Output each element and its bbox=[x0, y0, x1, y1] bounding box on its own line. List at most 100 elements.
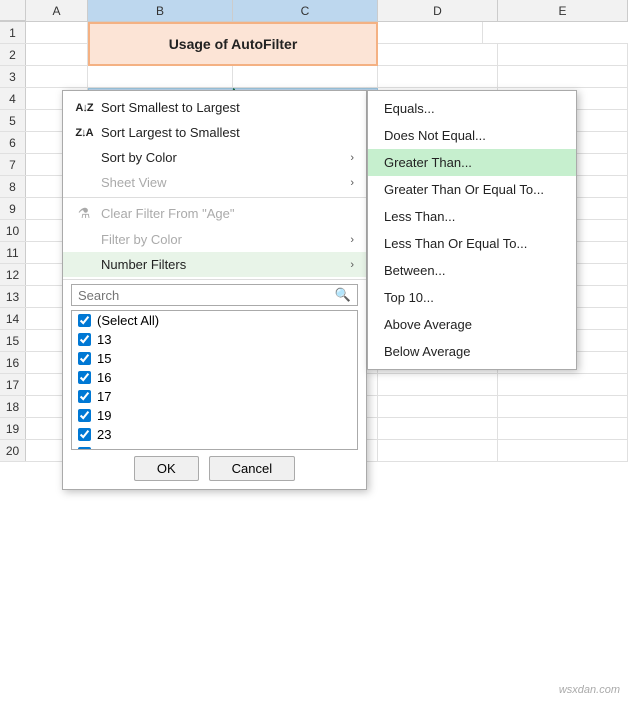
watermark: wsxdan.com bbox=[559, 684, 620, 696]
menu-item-filter-color[interactable]: Filter by Color › bbox=[63, 227, 366, 252]
cell-e2 bbox=[498, 44, 628, 65]
submenu-item-less-than-equal[interactable]: Less Than Or Equal To... bbox=[368, 230, 576, 257]
submenu-label-above-average: Above Average bbox=[384, 317, 472, 332]
submenu-label-greater-than: Greater Than... bbox=[384, 155, 472, 170]
menu-item-clear-filter[interactable]: ⚗ Clear Filter From "Age" bbox=[63, 200, 366, 227]
col-header-d: D bbox=[378, 0, 498, 21]
row-num: 1 bbox=[0, 22, 26, 43]
menu-label-filter-color: Filter by Color bbox=[101, 232, 182, 247]
menu-item-sort-desc[interactable]: Z↓A Sort Largest to Smallest bbox=[63, 120, 366, 145]
submenu-label-below-average: Below Average bbox=[384, 344, 471, 359]
column-header-row: A B C D E bbox=[0, 0, 628, 22]
cell-b3 bbox=[88, 66, 233, 87]
menu-label-clear-filter: Clear Filter From "Age" bbox=[101, 206, 234, 221]
submenu-label-greater-than-equal: Greater Than Or Equal To... bbox=[384, 182, 544, 197]
checkbox-item-23[interactable]: 23 bbox=[72, 425, 357, 444]
menu-item-sort-asc[interactable]: A↓Z Sort Smallest to Largest bbox=[63, 95, 366, 120]
checkbox-label-17: 17 bbox=[97, 389, 111, 404]
checkbox-label-15: 15 bbox=[97, 351, 111, 366]
checkbox-item-19[interactable]: 19 bbox=[72, 406, 357, 425]
title-overlay: Usage of AutoFilter bbox=[88, 22, 378, 66]
checkbox-item-13[interactable]: 13 bbox=[72, 330, 357, 349]
number-filters-submenu: Equals... Does Not Equal... Greater Than… bbox=[367, 90, 577, 370]
checkbox-25[interactable] bbox=[78, 447, 91, 450]
dropdown-menu: A↓Z Sort Smallest to Largest Z↓A Sort La… bbox=[62, 90, 367, 490]
checkbox-item-17[interactable]: 17 bbox=[72, 387, 357, 406]
submenu-item-less-than[interactable]: Less Than... bbox=[368, 203, 576, 230]
checkbox-label-23: 23 bbox=[97, 427, 111, 442]
search-magnifier-icon: 🔍 bbox=[335, 287, 351, 303]
col-header-b: B bbox=[88, 0, 233, 21]
spreadsheet: A B C D E 1 2 3 bbox=[0, 0, 628, 702]
number-filters-arrow: › bbox=[350, 259, 354, 271]
cell-d3 bbox=[378, 66, 498, 87]
checkbox-item-15[interactable]: 15 bbox=[72, 349, 357, 368]
submenu-label-equals: Equals... bbox=[384, 101, 435, 116]
search-input[interactable] bbox=[78, 288, 335, 303]
col-header-c: C bbox=[233, 0, 378, 21]
cancel-button[interactable]: Cancel bbox=[209, 456, 295, 481]
submenu-item-equals[interactable]: Equals... bbox=[368, 95, 576, 122]
row-num: 5 bbox=[0, 110, 26, 131]
clear-filter-icon: ⚗ bbox=[75, 205, 93, 222]
row-num: 2 bbox=[0, 44, 26, 65]
checkbox-label-19: 19 bbox=[97, 408, 111, 423]
checkbox-23[interactable] bbox=[78, 428, 91, 441]
submenu-item-below-average[interactable]: Below Average bbox=[368, 338, 576, 365]
row-num: 4 bbox=[0, 88, 26, 109]
menu-separator-1 bbox=[63, 197, 366, 198]
cell-a3 bbox=[26, 66, 88, 87]
checkbox-13[interactable] bbox=[78, 333, 91, 346]
checkbox-item-16[interactable]: 16 bbox=[72, 368, 357, 387]
checkbox-label-select-all: (Select All) bbox=[97, 313, 159, 328]
submenu-label-does-not-equal: Does Not Equal... bbox=[384, 128, 486, 143]
submenu-item-greater-than[interactable]: Greater Than... bbox=[368, 149, 576, 176]
sort-desc-icon: Z↓A bbox=[75, 127, 93, 139]
checkbox-15[interactable] bbox=[78, 352, 91, 365]
menu-label-sheet-view: Sheet View bbox=[101, 175, 167, 190]
cell-a2 bbox=[26, 44, 88, 65]
submenu-item-above-average[interactable]: Above Average bbox=[368, 311, 576, 338]
spreadsheet-title: Usage of AutoFilter bbox=[169, 36, 298, 52]
menu-label-sort-desc: Sort Largest to Smallest bbox=[101, 125, 240, 140]
col-header-e: E bbox=[498, 0, 628, 21]
cell-d2 bbox=[378, 44, 498, 65]
checkbox-item-25[interactable]: 25 bbox=[72, 444, 357, 450]
checkbox-label-25: 25 bbox=[97, 446, 111, 450]
grid-row: 3 bbox=[0, 66, 628, 88]
submenu-item-between[interactable]: Between... bbox=[368, 257, 576, 284]
menu-label-sort-asc: Sort Smallest to Largest bbox=[101, 100, 240, 115]
checkbox-list[interactable]: (Select All) 13 15 16 17 19 bbox=[71, 310, 358, 450]
menu-item-number-filters[interactable]: Number Filters › bbox=[63, 252, 366, 277]
menu-label-number-filters: Number Filters bbox=[101, 257, 186, 272]
menu-item-sort-color[interactable]: Sort by Color › bbox=[63, 145, 366, 170]
menu-label-sort-color: Sort by Color bbox=[101, 150, 177, 165]
checkbox-label-16: 16 bbox=[97, 370, 111, 385]
menu-separator-2 bbox=[63, 279, 366, 280]
submenu-item-top-10[interactable]: Top 10... bbox=[368, 284, 576, 311]
submenu-label-less-than-equal: Less Than Or Equal To... bbox=[384, 236, 527, 251]
checkbox-17[interactable] bbox=[78, 390, 91, 403]
button-row: OK Cancel bbox=[63, 456, 366, 481]
cell-c3 bbox=[233, 66, 378, 87]
menu-item-sheet-view[interactable]: Sheet View › bbox=[63, 170, 366, 195]
checkbox-label-13: 13 bbox=[97, 332, 111, 347]
submenu-label-between: Between... bbox=[384, 263, 445, 278]
cell-a1 bbox=[26, 22, 88, 43]
ok-button[interactable]: OK bbox=[134, 456, 199, 481]
submenu-label-less-than: Less Than... bbox=[384, 209, 455, 224]
filter-color-arrow: › bbox=[350, 234, 354, 246]
corner-cell bbox=[0, 0, 26, 21]
cell-e3 bbox=[498, 66, 628, 87]
submenu-item-does-not-equal[interactable]: Does Not Equal... bbox=[368, 122, 576, 149]
search-box: 🔍 bbox=[71, 284, 358, 306]
row-num: 3 bbox=[0, 66, 26, 87]
checkbox-19[interactable] bbox=[78, 409, 91, 422]
sheet-view-arrow: › bbox=[350, 177, 354, 189]
sort-asc-icon: A↓Z bbox=[75, 102, 93, 114]
checkbox-item-select-all[interactable]: (Select All) bbox=[72, 311, 357, 330]
submenu-label-top-10: Top 10... bbox=[384, 290, 434, 305]
checkbox-select-all[interactable] bbox=[78, 314, 91, 327]
submenu-item-greater-than-equal[interactable]: Greater Than Or Equal To... bbox=[368, 176, 576, 203]
checkbox-16[interactable] bbox=[78, 371, 91, 384]
